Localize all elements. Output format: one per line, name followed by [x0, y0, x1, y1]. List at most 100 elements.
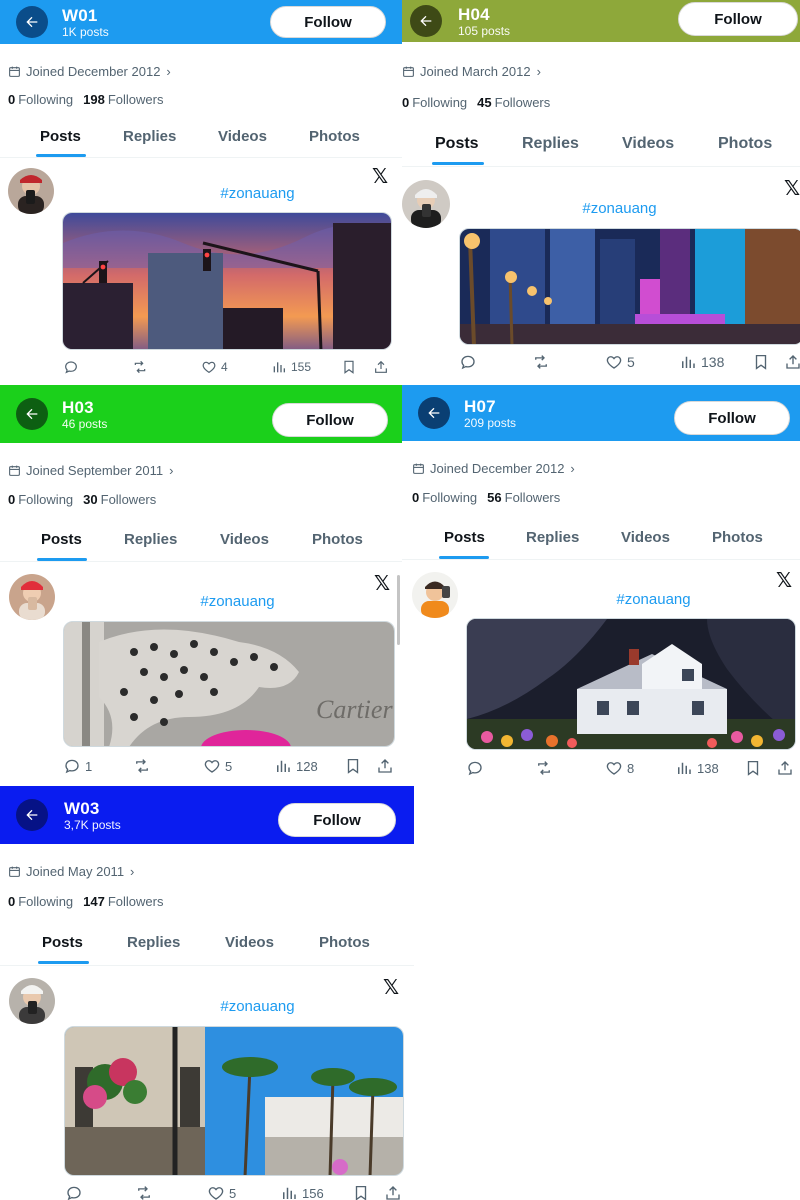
hashtag-link[interactable]: #zonauang	[200, 185, 315, 202]
avatar[interactable]	[412, 572, 458, 618]
repost-button[interactable]	[133, 757, 155, 775]
hashtag-link[interactable]: #zonauang	[180, 593, 295, 610]
avatar[interactable]	[8, 168, 54, 214]
post-image[interactable]: Cartier	[63, 621, 395, 747]
tab-posts[interactable]: Posts	[435, 135, 479, 153]
follow-stats[interactable]: 0 Following 45 Followers	[402, 95, 550, 110]
follow-button[interactable]: Follow	[278, 803, 396, 837]
tab-posts[interactable]: Posts	[444, 529, 485, 546]
post-image[interactable]	[466, 618, 796, 750]
views-button[interactable]: 138	[675, 759, 719, 777]
like-button[interactable]: 8	[605, 759, 634, 777]
back-button[interactable]	[418, 397, 450, 429]
tab-videos[interactable]: Videos	[218, 128, 267, 145]
repost-button[interactable]	[132, 359, 152, 375]
tab-replies[interactable]: Replies	[127, 934, 180, 951]
tab-photos[interactable]: Photos	[712, 529, 763, 546]
hashtag-link[interactable]: #zonauang	[562, 200, 677, 217]
scrollbar[interactable]	[397, 575, 400, 645]
back-button[interactable]	[16, 799, 48, 831]
follow-stats[interactable]: 0 Following 147 Followers	[8, 894, 163, 909]
reply-button[interactable]	[63, 359, 83, 375]
tab-photos[interactable]: Photos	[312, 531, 363, 548]
like-button[interactable]: 5	[605, 353, 635, 371]
x-logo-icon: 𝕏	[374, 571, 391, 595]
account-name: H04	[458, 4, 490, 24]
tab-posts[interactable]: Posts	[41, 531, 82, 548]
avatar[interactable]	[9, 978, 55, 1024]
tab-photos[interactable]: Photos	[309, 128, 360, 145]
reply-icon	[459, 353, 477, 371]
reply-button[interactable]	[459, 353, 481, 371]
post-image[interactable]	[62, 212, 392, 350]
tab-replies[interactable]: Replies	[124, 531, 177, 548]
share-button[interactable]	[776, 759, 794, 777]
bookmark-button[interactable]	[341, 359, 357, 375]
repost-button[interactable]	[135, 1184, 157, 1200]
bookmark-button[interactable]	[344, 757, 362, 775]
tab-replies[interactable]: Replies	[123, 128, 176, 145]
hashtag-link[interactable]: #zonauang	[200, 998, 315, 1015]
tab-photos[interactable]: Photos	[718, 135, 772, 153]
share-button[interactable]	[384, 1184, 402, 1200]
follow-button[interactable]: Follow	[272, 403, 388, 437]
reply-button[interactable]: 1	[63, 757, 92, 775]
profile-header: W03 3,7K posts Follow	[0, 786, 414, 844]
share-button[interactable]	[376, 757, 394, 775]
post-image[interactable]	[64, 1026, 404, 1176]
divider	[0, 965, 414, 966]
follow-stats[interactable]: 0 Following 56 Followers	[412, 490, 560, 505]
bookmark-button[interactable]	[752, 353, 770, 371]
views-button[interactable]: 138	[679, 353, 724, 371]
views-button[interactable]: 155	[271, 359, 311, 375]
tab-replies[interactable]: Replies	[522, 135, 579, 153]
profile-header: W01 1K posts Follow	[0, 0, 402, 44]
tab-posts[interactable]: Posts	[40, 128, 81, 145]
tab-videos[interactable]: Videos	[225, 934, 274, 951]
profile-header: H03 46 posts Follow	[0, 385, 402, 443]
bookmark-icon	[352, 1184, 370, 1200]
follow-button[interactable]: Follow	[674, 401, 790, 435]
reply-button[interactable]	[466, 759, 488, 777]
follow-button[interactable]: Follow	[678, 2, 798, 36]
like-icon	[203, 757, 221, 775]
tab-videos[interactable]: Videos	[621, 529, 670, 546]
repost-button[interactable]	[532, 353, 554, 371]
profile-header: H04 105 posts Follow	[402, 0, 800, 42]
tab-posts[interactable]: Posts	[42, 934, 83, 951]
followers-count: 56	[487, 490, 502, 505]
like-button[interactable]: 4	[201, 359, 228, 375]
reply-button[interactable]	[65, 1184, 87, 1200]
bookmark-button[interactable]	[744, 759, 762, 777]
tab-replies[interactable]: Replies	[526, 529, 579, 546]
like-button[interactable]: 5	[207, 1184, 236, 1200]
follow-stats[interactable]: 0 Following 198 Followers	[8, 92, 163, 107]
profile-panel-h04: H04 105 posts Follow Joined March 2012 › …	[402, 0, 800, 385]
share-icon	[373, 359, 389, 375]
views-button[interactable]: 128	[274, 757, 318, 775]
tab-photos[interactable]: Photos	[319, 934, 370, 951]
repost-button[interactable]	[535, 759, 557, 777]
followers-count: 147	[83, 894, 105, 909]
hashtag-link[interactable]: #zonauang	[596, 591, 711, 608]
back-button[interactable]	[16, 398, 48, 430]
like-button[interactable]: 5	[203, 757, 232, 775]
back-arrow-icon	[24, 14, 40, 30]
views-button[interactable]: 156	[280, 1184, 324, 1200]
share-button[interactable]	[784, 353, 800, 371]
back-button[interactable]	[410, 5, 442, 37]
follow-button[interactable]: Follow	[270, 6, 386, 38]
follow-stats[interactable]: 0 Following 30 Followers	[8, 492, 156, 507]
back-button[interactable]	[16, 6, 48, 38]
tab-videos[interactable]: Videos	[622, 135, 674, 153]
bookmark-button[interactable]	[352, 1184, 370, 1200]
post-image[interactable]	[459, 228, 800, 345]
repost-icon	[132, 359, 148, 375]
avatar[interactable]	[9, 574, 55, 620]
divider	[0, 157, 402, 158]
tab-videos[interactable]: Videos	[220, 531, 269, 548]
avatar[interactable]	[402, 180, 450, 228]
x-logo-icon: 𝕏	[383, 975, 400, 999]
share-button[interactable]	[373, 359, 389, 375]
account-name: H07	[464, 396, 496, 416]
